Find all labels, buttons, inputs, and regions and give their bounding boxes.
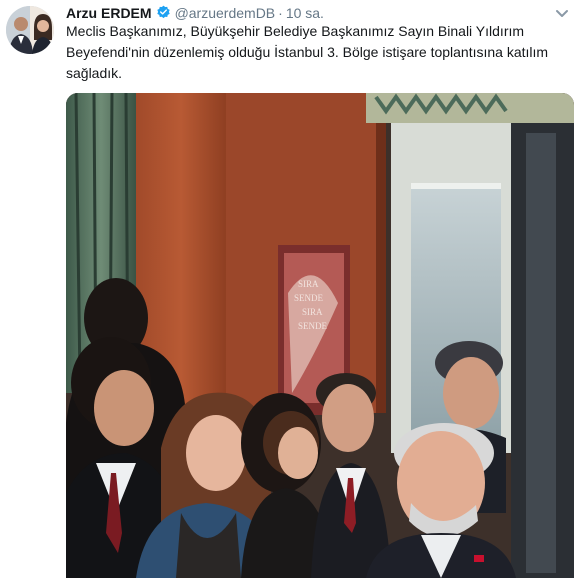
tweet-text: Meclis Başkanımız, Büyükşehir Belediye B… [66,21,566,84]
author-avatar[interactable] [6,6,54,54]
tweet-header: Arzu ERDEM @arzuerdemDB · 10 sa. [66,4,324,22]
meta-separator: · [278,5,283,21]
author-handle[interactable]: @arzuerdemDB [175,5,276,21]
poster-text: SIRA [298,279,319,289]
poster-text: SENDE [298,321,328,331]
tweet-photo[interactable]: SIRA SENDE SIRA SENDE [66,93,574,578]
tweet[interactable]: Arzu ERDEM @arzuerdemDB · 10 sa. Meclis Baş… [0,0,579,578]
poster-text: SIRA [302,307,323,317]
tweet-timestamp[interactable]: 10 sa. [286,5,324,21]
author-name[interactable]: Arzu ERDEM [66,5,152,21]
poster-text: SENDE [294,293,324,303]
tweet-text-line: Meclis Başkanımız, Büyükşehir Belediye B… [66,23,525,39]
chevron-down-icon[interactable] [555,6,569,17]
tweet-text-line: Beyefendi'nin düzenlemiş olduğu İstanbul… [66,44,549,60]
tweet-text-line: sağladık. [66,65,123,81]
